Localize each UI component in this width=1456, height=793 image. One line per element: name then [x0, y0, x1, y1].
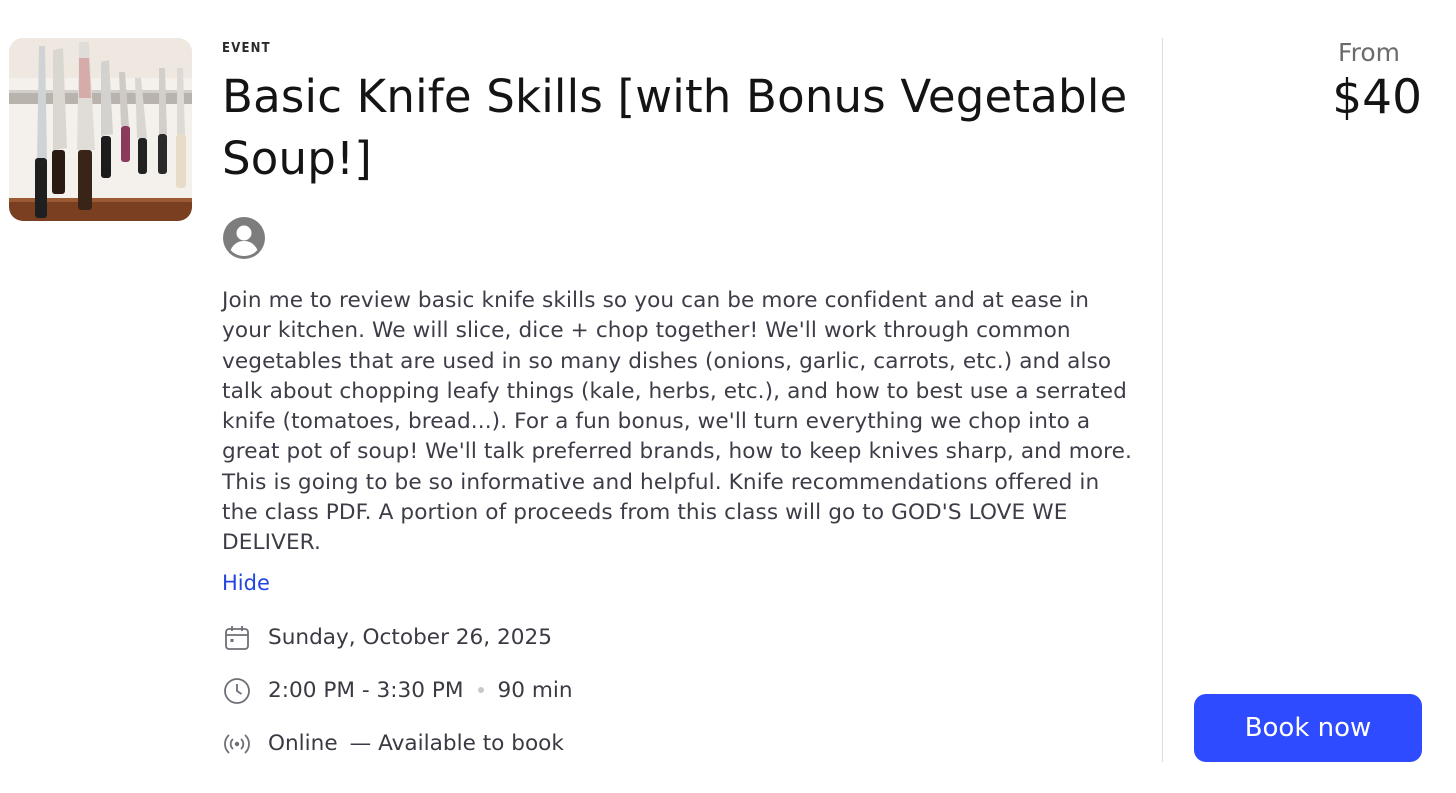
event-availability: — Available to book	[349, 731, 564, 757]
broadcast-icon	[222, 729, 252, 759]
price-value: $40	[1332, 70, 1422, 125]
calendar-icon	[222, 623, 252, 653]
event-time-range: 2:00 PM - 3:30 PM	[268, 678, 464, 704]
event-duration: 90 min	[497, 678, 573, 704]
user-circle-icon[interactable]	[222, 216, 266, 260]
event-title: Basic Knife Skills [with Bonus Vegetable…	[222, 70, 1128, 185]
hide-description-link[interactable]: Hide	[222, 571, 270, 595]
price-from-label: From	[1338, 38, 1400, 67]
event-location-row: Online — Available to book	[222, 729, 1132, 759]
column-divider	[1162, 38, 1163, 762]
event-type-label: EVENT	[222, 41, 271, 56]
event-description: Join me to review basic knife skills so …	[222, 288, 1133, 556]
event-date-row: Sunday, October 26, 2025	[222, 623, 1132, 653]
event-location: Online	[268, 731, 338, 757]
event-details: EVENT Basic Knife Skills [with Bonus Veg…	[222, 40, 1132, 759]
event-time-row: 2:00 PM - 3:30 PM 90 min	[222, 676, 1132, 706]
book-now-button[interactable]: Book now	[1194, 694, 1422, 762]
event-date: Sunday, October 26, 2025	[268, 625, 552, 651]
event-thumbnail	[9, 38, 192, 221]
separator-dot	[477, 686, 484, 693]
clock-icon	[222, 676, 252, 706]
